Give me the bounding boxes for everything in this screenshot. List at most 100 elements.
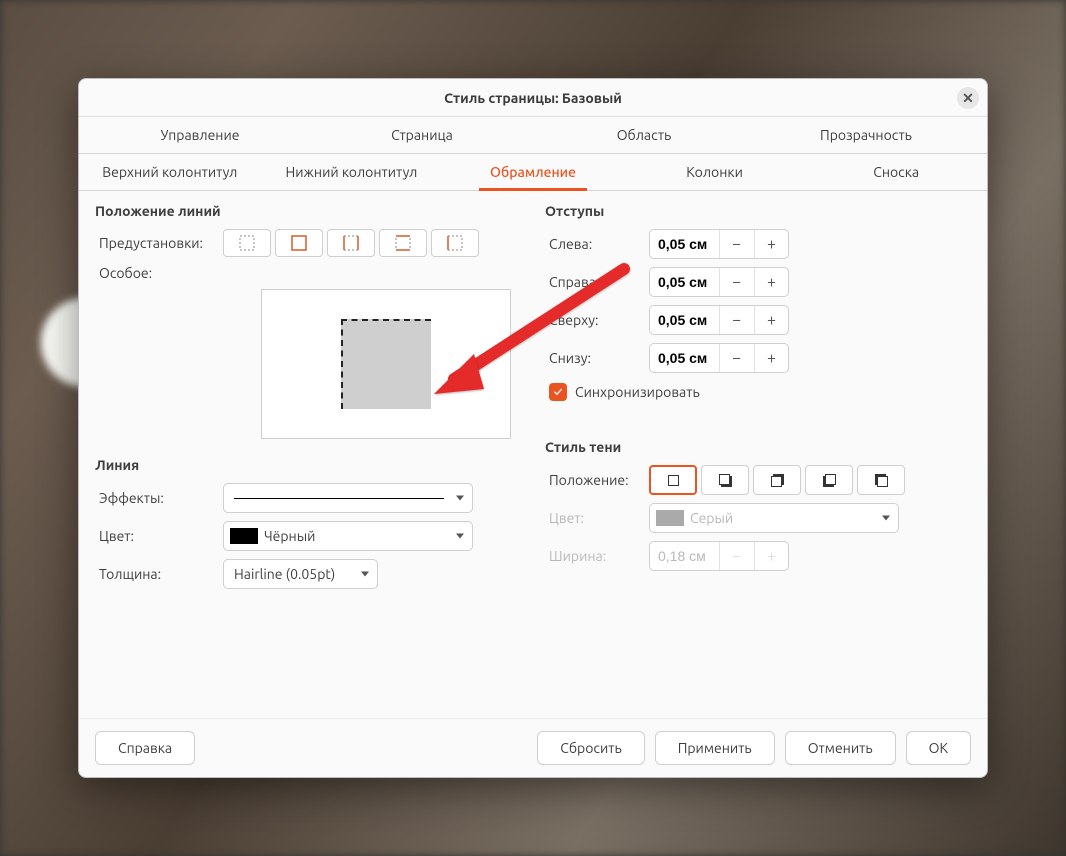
padding-top-spin[interactable]: − + — [649, 305, 789, 335]
preset-none[interactable] — [223, 229, 271, 257]
padding-right-input[interactable] — [650, 274, 718, 290]
close-icon: ✕ — [962, 90, 974, 107]
shadow-width-input — [650, 548, 718, 564]
dialog-title: Стиль страницы: Базовый — [444, 90, 622, 106]
shadow-bottom-right[interactable] — [701, 465, 749, 495]
preset-box[interactable] — [275, 229, 323, 257]
padding-top-label: Сверху: — [545, 312, 641, 328]
sync-row: ✓ Синхронизировать — [545, 383, 971, 401]
line-heading: Линия — [95, 457, 521, 473]
decrement-button[interactable]: − — [719, 344, 753, 372]
padding-heading: Отступы — [545, 203, 971, 219]
preset-left[interactable] — [431, 229, 479, 257]
increment-button[interactable]: + — [754, 230, 788, 258]
shadow-tl-icon — [875, 474, 888, 487]
padding-bottom-label: Снизу: — [545, 350, 641, 366]
padding-top-row: Сверху: − + — [545, 305, 971, 335]
border-l-icon — [447, 235, 463, 251]
custom-label: Особое: — [95, 265, 215, 281]
padding-left-label: Слева: — [545, 236, 641, 252]
border-preview[interactable] — [261, 289, 511, 439]
presets-label: Предустановки: — [95, 235, 215, 251]
tab-columns[interactable]: Колонки — [624, 154, 806, 190]
line-width-label: Толщина: — [95, 566, 215, 582]
padding-right-spin[interactable]: − + — [649, 267, 789, 297]
line-width-row: Толщина: Hairline (0.05pt) — [95, 559, 521, 589]
increment-button[interactable]: + — [754, 306, 788, 334]
line-style-dropdown[interactable] — [223, 483, 473, 513]
shadow-top-right[interactable] — [753, 465, 801, 495]
custom-row: Особое: — [95, 265, 521, 281]
shadow-position-label: Положение: — [545, 472, 641, 488]
line-color-label: Цвет: — [95, 528, 215, 544]
shadow-color-dropdown: Серый — [649, 503, 899, 533]
color-swatch-grey — [656, 510, 684, 526]
ok-button[interactable]: ОК — [906, 731, 971, 765]
padding-left-row: Слева: − + — [545, 229, 971, 259]
padding-top-input[interactable] — [650, 312, 718, 328]
padding-right-row: Справа: − + — [545, 267, 971, 297]
shadow-heading: Стиль тени — [545, 439, 971, 455]
shadow-width-label: Ширина: — [545, 548, 641, 564]
shadow-tr-icon — [771, 474, 784, 487]
shadow-top-left[interactable] — [857, 465, 905, 495]
chevron-down-icon — [456, 496, 464, 501]
effects-row: Эффекты: — [95, 483, 521, 513]
tab-area[interactable]: Область — [533, 117, 755, 153]
tab-borders[interactable]: Обрамление — [442, 154, 624, 190]
tab-footnote[interactable]: Сноска — [805, 154, 987, 190]
border-tb-icon — [395, 235, 411, 251]
line-sample-icon — [234, 498, 444, 499]
shadow-br-icon — [719, 474, 732, 487]
chevron-down-icon — [456, 534, 464, 539]
reset-button[interactable]: Сбросить — [537, 731, 644, 765]
tab-page[interactable]: Страница — [311, 117, 533, 153]
shadow-bl-icon — [823, 474, 836, 487]
padding-bottom-input[interactable] — [650, 350, 718, 366]
shadow-none-icon — [667, 474, 680, 487]
padding-bottom-spin[interactable]: − + — [649, 343, 789, 373]
line-color-dropdown[interactable]: Чёрный — [223, 521, 473, 551]
preset-top-bottom[interactable] — [379, 229, 427, 257]
tab-transparency[interactable]: Прозрачность — [755, 117, 977, 153]
help-button[interactable]: Справка — [95, 731, 195, 765]
sync-checkbox[interactable]: ✓ — [549, 383, 567, 401]
decrement-button: − — [719, 542, 753, 570]
line-arrangement-heading: Положение линий — [95, 203, 521, 219]
tab-management[interactable]: Управление — [89, 117, 311, 153]
decrement-button[interactable]: − — [719, 230, 753, 258]
padding-left-input[interactable] — [650, 236, 718, 252]
sync-label: Синхронизировать — [575, 384, 700, 400]
border-box-icon — [291, 235, 307, 251]
border-lr-icon — [343, 235, 359, 251]
decrement-button[interactable]: − — [719, 268, 753, 296]
dialog-footer: Справка Сбросить Применить Отменить ОК — [79, 718, 987, 777]
chevron-down-icon — [882, 516, 890, 521]
line-color-row: Цвет: Чёрный — [95, 521, 521, 551]
cancel-button[interactable]: Отменить — [785, 731, 896, 765]
line-color-value: Чёрный — [264, 528, 315, 544]
tabs-row-2: Верхний колонтитул Нижний колонтитул Обр… — [79, 154, 987, 191]
tab-header[interactable]: Верхний колонтитул — [79, 154, 261, 190]
tabs-row-1: Управление Страница Область Прозрачность — [79, 117, 987, 154]
left-column: Положение линий Предустановки: — [95, 201, 521, 714]
increment-button[interactable]: + — [754, 344, 788, 372]
preset-left-right[interactable] — [327, 229, 375, 257]
dialog-content: Положение линий Предустановки: — [79, 191, 987, 718]
presets-row: Предустановки: — [95, 229, 521, 257]
border-none-icon — [239, 235, 255, 251]
decrement-button[interactable]: − — [719, 306, 753, 334]
padding-left-spin[interactable]: − + — [649, 229, 789, 259]
tab-footer[interactable]: Нижний колонтитул — [261, 154, 443, 190]
shadow-none[interactable] — [649, 465, 697, 495]
line-width-dropdown[interactable]: Hairline (0.05pt) — [223, 559, 378, 589]
close-button[interactable]: ✕ — [957, 87, 979, 109]
shadow-bottom-left[interactable] — [805, 465, 853, 495]
titlebar: Стиль страницы: Базовый ✕ — [79, 79, 987, 117]
apply-button[interactable]: Применить — [655, 731, 775, 765]
padding-right-label: Справа: — [545, 274, 641, 290]
shadow-color-label: Цвет: — [545, 510, 641, 526]
increment-button: + — [754, 542, 788, 570]
shadow-width-row: Ширина: − + — [545, 541, 971, 571]
increment-button[interactable]: + — [754, 268, 788, 296]
